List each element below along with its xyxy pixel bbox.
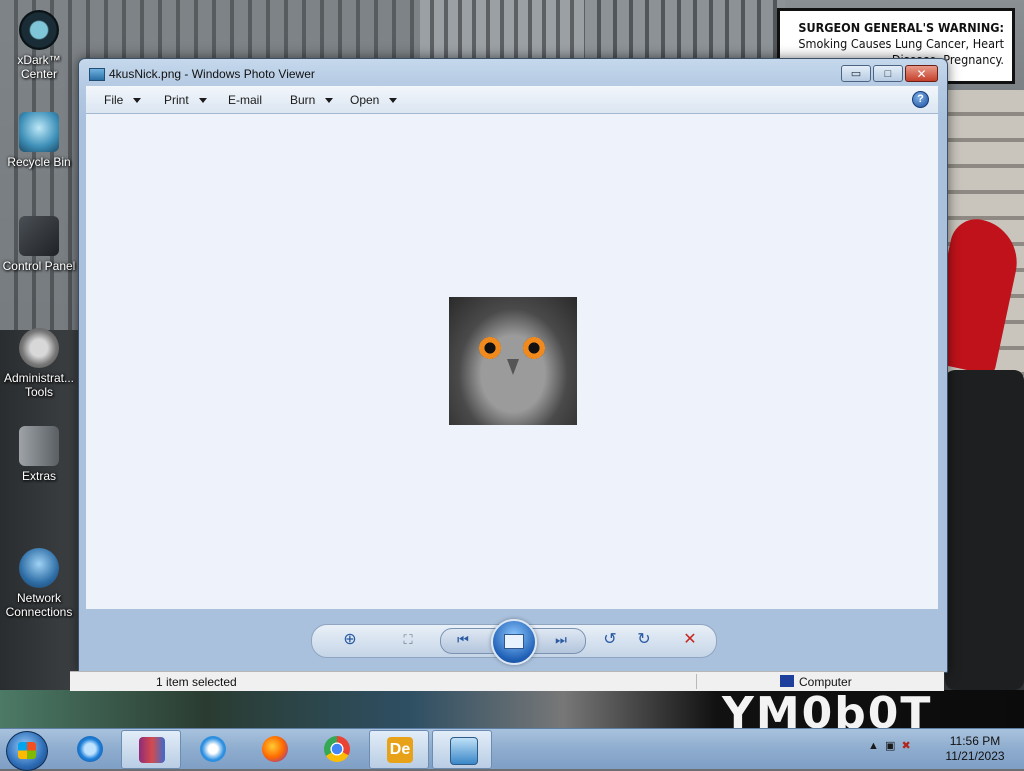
menu-email[interactable]: E-mail — [228, 93, 262, 107]
start-button[interactable] — [6, 731, 48, 771]
clock-date: 11/21/2023 — [945, 749, 1005, 763]
maximize-button[interactable]: □ — [873, 65, 903, 82]
next-icon: ⏭ — [555, 632, 567, 647]
actual-size-button[interactable]: ⛶ — [396, 629, 420, 651]
chrome-icon — [324, 736, 350, 762]
slideshow-icon — [504, 634, 524, 649]
chevron-down-icon — [133, 98, 142, 104]
menu-label: E-mail — [228, 93, 263, 107]
desktop-icon-label: Network Connections — [5, 591, 73, 619]
taskbar-dreamweaver[interactable]: De — [369, 730, 429, 769]
taskbar: De ▲ ▣ ✖ 11:56 PM 11/21/2023 — [0, 728, 1024, 771]
rotate-ccw-icon: ↺ — [603, 631, 617, 648]
desktop-icon-administrative-tools[interactable]: Administrat... Tools — [0, 328, 78, 399]
taskbar-firefox[interactable] — [245, 730, 303, 767]
owl-eye — [479, 337, 501, 359]
desktop-icon-label: Administrat... Tools — [3, 371, 75, 399]
show-hidden-icons-icon[interactable]: ▲ — [868, 740, 879, 752]
dreamweaver-icon: De — [387, 737, 413, 763]
owl-photo — [449, 297, 577, 425]
help-icon[interactable]: ? — [912, 91, 929, 108]
desktop-icon-extras[interactable]: Extras — [0, 426, 78, 483]
desktop-icon-control-panel[interactable]: Control Panel — [0, 216, 78, 273]
menu-print[interactable]: Print — [164, 93, 207, 107]
photo-viewer-app-icon — [89, 68, 105, 81]
taskbar-chrome[interactable] — [307, 730, 365, 767]
volume-muted-icon[interactable]: ✖ — [902, 740, 911, 752]
owl-beak — [507, 359, 519, 375]
menu-open[interactable]: Open — [350, 93, 398, 107]
firefox-icon — [262, 736, 288, 762]
taskbar-internet-explorer[interactable] — [60, 730, 118, 767]
menu-label: Burn — [290, 93, 316, 107]
minimize-button[interactable]: ▭ — [841, 65, 871, 82]
chevron-down-icon — [325, 98, 334, 104]
minimize-icon: ▭ — [850, 68, 862, 80]
delete-icon: ✕ — [683, 631, 697, 648]
image-viewer-area[interactable] — [86, 114, 938, 609]
itunes-icon — [200, 736, 226, 762]
desktop-icon-label: Control Panel — [2, 259, 76, 273]
status-bar: 1 item selected Computer — [70, 671, 944, 691]
chevron-down-icon — [198, 98, 207, 104]
xdark-center-icon — [19, 10, 59, 50]
menu-burn[interactable]: Burn — [290, 93, 334, 107]
selection-status: 1 item selected — [156, 675, 237, 689]
close-icon: ✕ — [916, 67, 927, 81]
clock-time: 11:56 PM — [949, 734, 1001, 748]
window-titlebar[interactable]: 4kusNick.png - Windows Photo Viewer ▭ □ … — [79, 59, 947, 87]
maximize-icon: □ — [884, 68, 892, 80]
internet-explorer-icon — [77, 736, 103, 762]
winrar-icon — [139, 737, 165, 763]
wallpaper-building — [420, 0, 600, 60]
chevron-down-icon — [389, 98, 398, 104]
windows-logo-icon — [18, 742, 36, 759]
menu-label: Print — [164, 93, 189, 107]
taskbar-winrar[interactable] — [121, 730, 181, 769]
zoom-icon: ⊕ — [343, 631, 357, 648]
network-icon — [19, 548, 59, 588]
taskbar-itunes[interactable] — [183, 730, 241, 767]
warning-bold-text: SURGEON GENERAL'S WARNING: — [798, 20, 1004, 35]
taskbar-clock[interactable]: 11:56 PM 11/21/2023 — [940, 734, 1010, 764]
close-button[interactable]: ✕ — [905, 65, 938, 82]
desktop-icon-recycle-bin[interactable]: Recycle Bin — [0, 112, 78, 169]
desktop-icon-label: xDark™ Center — [17, 53, 61, 81]
control-panel-icon — [19, 216, 59, 256]
system-tray: ▲ ▣ ✖ — [868, 739, 911, 752]
zoom-button[interactable]: ⊕ — [338, 629, 362, 651]
viewer-controls: ⊕ ⛶ ⏮ ⏭ ↺ ↻ ✕ — [311, 619, 717, 665]
gear-icon — [19, 328, 59, 368]
recycle-bin-icon — [19, 112, 59, 152]
location-status: Computer — [799, 675, 852, 689]
previous-icon: ⏮ — [457, 632, 469, 647]
network-tray-icon[interactable]: ▣ — [885, 740, 895, 752]
menu-bar: File Print E-mail Burn Open ? — [86, 86, 938, 114]
delete-button[interactable]: ✕ — [678, 629, 702, 651]
slideshow-button[interactable] — [491, 619, 537, 665]
window-title: 4kusNick.png - Windows Photo Viewer — [109, 67, 315, 81]
menu-label: Open — [350, 93, 380, 107]
desktop-icon-xdark-center[interactable]: xDark™ Center — [0, 10, 78, 81]
wallpaper-dark-shape — [945, 370, 1024, 690]
rotate-cw-icon: ↻ — [637, 631, 651, 648]
photo-viewer-window[interactable]: 4kusNick.png - Windows Photo Viewer ▭ □ … — [78, 58, 948, 673]
desktop-icon-label: Recycle Bin — [7, 155, 71, 169]
rotate-clockwise-button[interactable]: ↻ — [632, 629, 656, 651]
photo-viewer-icon — [450, 737, 478, 765]
previous-button[interactable]: ⏮ — [451, 629, 475, 651]
next-button[interactable]: ⏭ — [549, 629, 573, 651]
actual-size-icon: ⛶ — [403, 632, 413, 647]
status-divider — [696, 674, 697, 689]
desktop-icon-network-connections[interactable]: Network Connections — [0, 548, 78, 619]
menu-file[interactable]: File — [104, 93, 142, 107]
taskbar-photo-viewer[interactable] — [432, 730, 492, 769]
desktop-icon-label: Extras — [21, 469, 56, 483]
computer-icon — [780, 675, 794, 687]
extras-icon — [19, 426, 59, 466]
menu-label: File — [104, 93, 124, 107]
rotate-counterclockwise-button[interactable]: ↺ — [598, 629, 622, 651]
owl-eye — [523, 337, 545, 359]
